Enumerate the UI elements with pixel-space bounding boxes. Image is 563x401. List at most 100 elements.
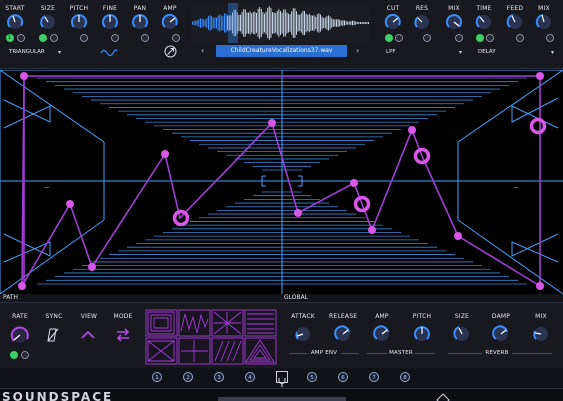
path-node[interactable] (20, 72, 28, 80)
preset-1[interactable] (145, 309, 178, 337)
next-sample-button[interactable]: › (356, 46, 359, 55)
mod-knob-fine[interactable] (111, 34, 119, 42)
preset-8[interactable] (244, 337, 277, 365)
waveform-bar (280, 10, 281, 36)
reverb-mix-knob[interactable] (533, 327, 548, 341)
page-button-8[interactable]: 8 (400, 372, 410, 382)
active-grain-node[interactable] (529, 117, 547, 135)
pitch-knob[interactable] (71, 14, 87, 29)
preset-7[interactable] (211, 337, 244, 365)
fine-knob[interactable] (102, 14, 118, 29)
waveform-bar (264, 13, 265, 33)
lfo-shape-value: TRIANGULAR (9, 49, 45, 55)
view-icon[interactable] (81, 330, 95, 339)
page-button-1[interactable]: 1 (152, 372, 162, 382)
path-node[interactable] (66, 200, 74, 208)
mod-knob-amp[interactable] (172, 34, 180, 42)
mod-badge-size[interactable] (39, 34, 47, 42)
waveform-bar (352, 20, 353, 26)
master-pitch-knob[interactable] (414, 326, 430, 341)
page-button-4[interactable]: 4 (245, 372, 255, 382)
delay-mix-knob[interactable] (535, 14, 551, 29)
mod-knob-start[interactable] (17, 34, 25, 42)
filter-type-dropdown[interactable]: LPF ▾ (386, 49, 462, 56)
page-button-2[interactable]: 2 (183, 372, 193, 382)
path-node[interactable] (268, 119, 276, 127)
mod-knob-filter-mix[interactable] (455, 34, 463, 42)
page-button-5[interactable]: 5 (307, 372, 317, 382)
time-knob[interactable] (475, 15, 491, 29)
path-node[interactable] (454, 232, 462, 240)
path-visualizer[interactable]: ~ ~ (0, 70, 563, 294)
waveform-bar (240, 14, 241, 32)
path-node[interactable] (88, 263, 96, 271)
path-node[interactable] (18, 282, 26, 290)
prev-sample-button[interactable]: ‹ (201, 46, 204, 55)
path-node[interactable] (536, 282, 544, 290)
cut-knob[interactable] (384, 13, 401, 29)
mod-knob-pan[interactable] (141, 34, 149, 42)
mod-knob-size[interactable] (50, 34, 58, 42)
grain-position-marker[interactable] (228, 3, 238, 43)
waveform-display[interactable] (191, 3, 370, 43)
path-node[interactable] (408, 126, 416, 134)
sample-name-box[interactable]: ChildCreatureVocalizations37.wav (216, 45, 347, 57)
preset-2[interactable] (178, 309, 211, 337)
master-amp-knob[interactable] (373, 325, 389, 341)
pan-knob[interactable] (132, 14, 148, 29)
path-node[interactable] (536, 72, 544, 80)
page-button-6[interactable]: 6 (338, 372, 348, 382)
frame-lines (0, 70, 563, 294)
mod-knob-feed[interactable] (516, 34, 524, 42)
feed-knob[interactable] (506, 14, 522, 29)
mod-knob-pitch[interactable] (80, 34, 88, 42)
tuning-fork-button[interactable] (276, 371, 288, 387)
preset-3[interactable] (211, 309, 244, 337)
filter-mix-label: MIX (448, 5, 460, 12)
mod-knob-cut[interactable] (395, 34, 403, 42)
path-node[interactable] (350, 179, 358, 187)
loop-icon[interactable] (116, 328, 130, 342)
waveform-bar (300, 13, 302, 33)
attack-label: ATTACK (291, 313, 315, 320)
path-node[interactable] (368, 226, 376, 234)
fine-label: FINE (102, 5, 118, 12)
delay-type-dropdown[interactable]: DELAY ▾ (478, 49, 554, 56)
waveform-bar (286, 12, 288, 34)
rate-knob[interactable] (10, 326, 29, 343)
lfo-shape-dropdown[interactable]: TRIANGULAR ▾ (9, 49, 61, 56)
path-node[interactable] (294, 209, 302, 217)
waveform-bar (344, 20, 345, 26)
waveform-bar (206, 18, 208, 28)
attack-knob[interactable] (295, 327, 310, 341)
waveform-bar (318, 13, 320, 33)
mod-badge-rate[interactable] (10, 351, 18, 359)
filter-mix-knob[interactable] (446, 14, 462, 29)
preset-6[interactable] (178, 337, 211, 365)
mod-badge-cut[interactable] (385, 34, 393, 42)
preset-4[interactable] (244, 309, 277, 337)
size-label: SIZE (40, 5, 56, 12)
reverb-damp-knob[interactable] (492, 325, 508, 341)
waveform-bar (340, 20, 342, 26)
res-knob[interactable] (414, 15, 429, 29)
waveform-bar (321, 16, 323, 30)
release-knob[interactable] (334, 325, 350, 341)
feed-label: FEED (506, 5, 524, 12)
chevron-down-icon: ▾ (550, 49, 554, 56)
mod-knob-res[interactable] (423, 34, 431, 42)
page-button-3[interactable]: 3 (214, 372, 224, 382)
sync-icon[interactable] (47, 328, 59, 342)
mod-knob-delay-mix[interactable] (546, 34, 554, 42)
page-button-7[interactable]: 7 (369, 372, 379, 382)
mod-knob-rate[interactable] (21, 351, 29, 359)
start-knob[interactable] (7, 14, 24, 29)
amp-knob[interactable] (161, 13, 178, 29)
mod-knob-time[interactable] (486, 34, 494, 42)
preset-5[interactable] (145, 337, 178, 365)
mod-badge-time[interactable] (476, 34, 484, 42)
path-node[interactable] (161, 150, 169, 158)
random-icon[interactable] (164, 45, 177, 58)
reverb-size-knob[interactable] (453, 326, 469, 341)
size-knob[interactable] (40, 15, 55, 29)
